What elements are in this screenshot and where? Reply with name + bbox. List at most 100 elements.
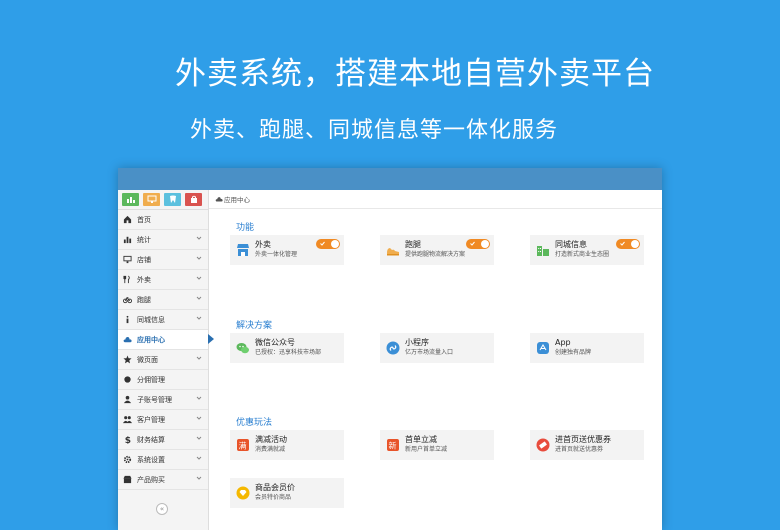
app-card-desc: 消费满就减 [255,446,286,453]
mini-program-icon [386,341,400,355]
sidebar-item[interactable]: 同城信息 [118,310,208,330]
app-card-name: 跑腿 [405,240,421,249]
chevron-down-icon [196,456,202,460]
sidebar-item[interactable]: 子账号管理 [118,390,208,410]
app-card-name: 满减活动 [255,435,287,444]
app-card[interactable]: 小程序亿万市场流量入口 [380,333,494,363]
sidebar-item[interactable]: $ 财务结算 [118,430,208,450]
breadcrumb-label: 应用中心 [224,196,250,204]
app-card-desc: 提供跑腿物流解决方案 [405,251,466,258]
sidebar-item[interactable]: 系统设置 [118,450,208,470]
monitor-icon[interactable] [143,193,160,206]
breadcrumb: 应用中心 [209,190,662,209]
gear-icon [123,455,132,464]
new-order-icon: 新 [386,438,400,452]
sidebar-item-label: 微页面 [137,355,158,364]
app-card-desc: 进首页就送优惠券 [555,446,604,453]
info-icon [123,315,132,324]
running-shoe-icon [386,243,400,257]
full-reduction-icon: 满 [236,438,250,452]
app-card-desc: 已授权：迅享科技市场部 [255,349,322,356]
sidebar-collapse-button[interactable]: « [156,503,168,515]
cutlery-icon [123,275,132,284]
app-card-desc: 会员特价商品 [255,494,292,501]
sidebar-item-label: 子账号管理 [137,395,172,404]
svg-text:满: 满 [239,441,247,451]
app-card[interactable]: 商品会员价 会员特价商品 [230,478,344,508]
chevron-down-icon [196,436,202,440]
sidebar-item[interactable]: 客户管理 [118,410,208,430]
enable-toggle[interactable] [466,239,490,249]
cloud-icon [215,197,223,202]
hero-subtitle: 外卖、跑腿、同城信息等一体化服务 [190,118,559,143]
app-card[interactable]: App 创建独有品牌 [530,333,644,363]
app-card-name: 首单立减 [405,435,437,444]
app-card-name: 外卖 [255,240,271,249]
star-icon [123,355,132,364]
cloud-icon [123,335,132,344]
section-title: 功能 [236,223,255,233]
chevron-down-icon [196,476,202,480]
app-card-name: App [555,338,571,347]
sidebar-item[interactable]: 首页 [118,210,208,230]
app-card[interactable]: 跑腿提供跑腿物流解决方案 [380,235,494,265]
chevron-down-icon [196,236,202,240]
check-icon [320,241,325,246]
monitor-icon [123,255,132,264]
chevron-down-icon [196,416,202,420]
sidebar-item[interactable]: 外卖 [118,270,208,290]
sidebar-item[interactable]: 产品购买 [118,470,208,490]
sidebar-item[interactable]: 应用中心 [118,330,214,350]
app-card-name: 同城信息 [555,240,587,249]
sidebar-item-label: 客户管理 [137,415,165,424]
shop-icon [123,475,132,484]
enable-toggle[interactable] [616,239,640,249]
sidebar-item-label: 统计 [137,235,151,244]
sidebar-item-label: 分佣管理 [137,375,165,384]
app-card[interactable]: 微信公众号已授权：迅享科技市场部 [230,333,344,363]
top-bar [118,168,662,190]
bar-chart-icon [123,235,132,244]
quick-buttons [118,190,208,210]
sidebar-item-label: 应用中心 [137,335,165,344]
sidebar-item-label: 跑腿 [137,295,151,304]
app-card-name: 微信公众号 [255,338,295,347]
sidebar-item[interactable]: 店铺 [118,250,208,270]
section-title: 优惠玩法 [236,418,273,428]
sidebar-item-label: 店铺 [137,255,151,264]
chevron-down-icon [196,316,202,320]
dollar-icon: $ [123,435,132,444]
chevron-down-icon [196,296,202,300]
app-card[interactable]: 同城信息打造新式商业生态圈 [530,235,644,265]
sidebar-item-label: 财务结算 [137,435,165,444]
sidebar-item-label: 外卖 [137,275,151,284]
app-card-name: 小程序 [405,338,429,347]
tooth-icon[interactable] [164,193,181,206]
sidebar-item[interactable]: 微页面 [118,350,208,370]
app-card-desc: 亿万市场流量入口 [405,349,454,356]
app-card[interactable]: 满满减活动消费满就减 [230,430,344,460]
coupon-icon [536,438,550,452]
app-card[interactable]: 进首页送优惠券 进首页就送优惠券 [530,430,644,460]
sidebar-item[interactable]: 跑腿 [118,290,208,310]
app-card-desc: 创建独有品牌 [555,349,592,356]
sidebar-item[interactable]: 分佣管理 [118,370,208,390]
city-icon [536,243,550,257]
hero-title: 外卖系统，搭建本地自营外卖平台 [175,56,655,92]
sidebar-item[interactable]: 统计 [118,230,208,250]
chart-icon[interactable] [122,193,139,206]
app-window: 首页 统计 店铺 外卖 跑腿 同城信息 应用中心 微页面 分佣管理 子账号管理 客户管理 $ 财务结算系… [118,168,662,530]
circle-icon [123,375,132,384]
app-card-name: 进首页送优惠券 [555,435,611,444]
wechat-icon [236,341,250,355]
app-card[interactable]: 外卖 外卖一体化管理 [230,235,344,265]
member-price-icon [236,486,250,500]
app-card-desc: 新用户首单立减 [405,446,448,453]
bag-icon[interactable] [185,193,202,206]
chevron-down-icon [196,256,202,260]
app-card[interactable]: 新首单立减新用户首单立减 [380,430,494,460]
sidebar-item-label: 系统设置 [137,455,165,464]
chevron-down-icon [196,276,202,280]
enable-toggle[interactable] [316,239,340,249]
app-card-desc: 打造新式商业生态圈 [555,251,610,258]
